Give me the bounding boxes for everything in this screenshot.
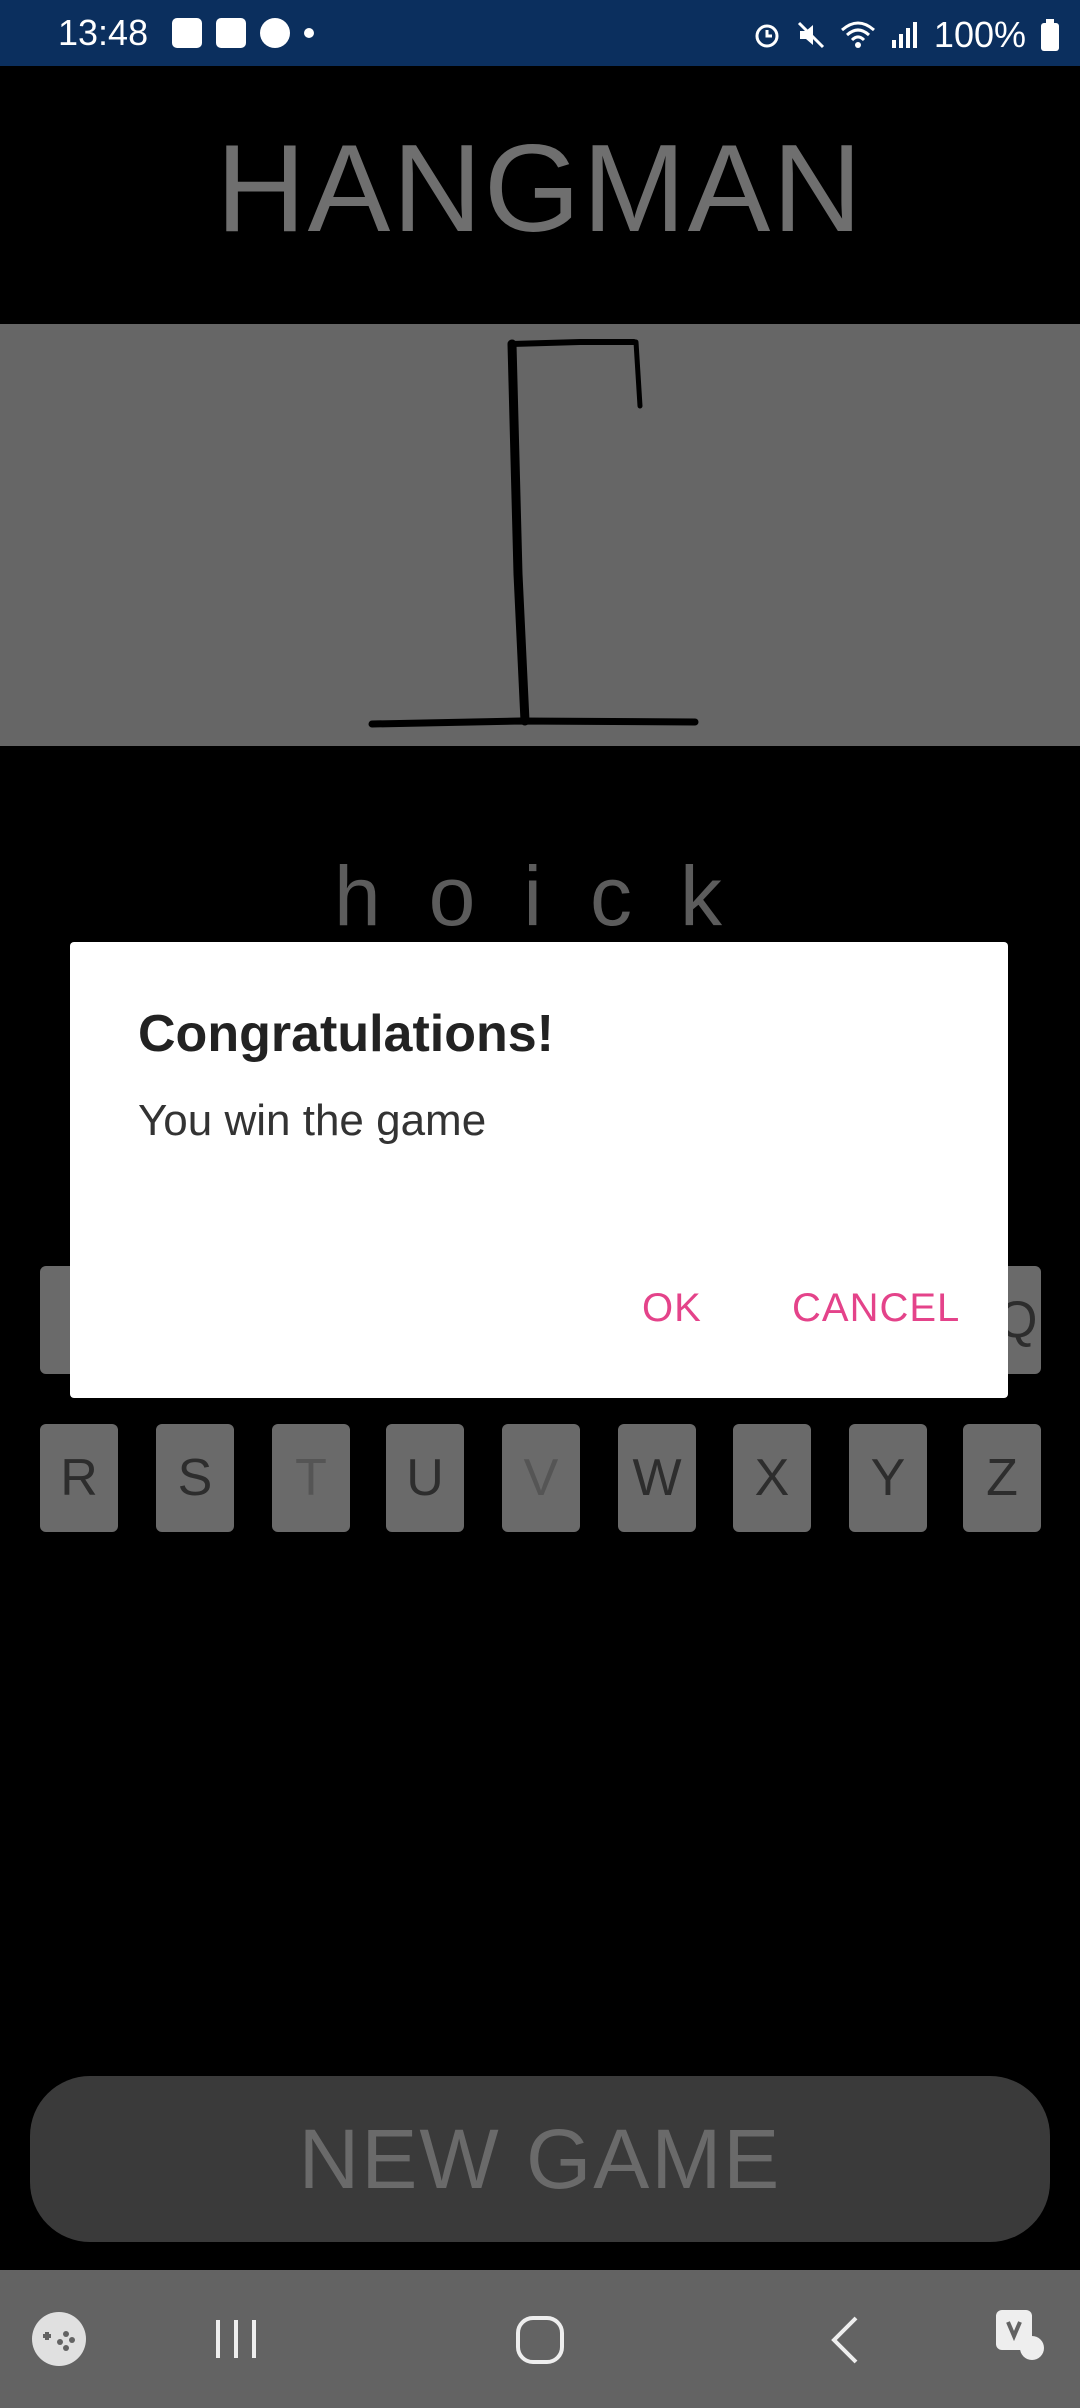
gallery-icon (172, 18, 202, 48)
key-u[interactable]: U (386, 1424, 464, 1532)
game-launcher-icon[interactable] (30, 2310, 88, 2368)
gallows-drawing (368, 339, 699, 728)
wifi-icon (840, 21, 875, 48)
key-z[interactable]: Z (963, 1424, 1041, 1532)
status-bar: 13:48 100% (0, 0, 1080, 66)
game-title: HANGMAN (216, 120, 864, 258)
battery-percentage: 100% (933, 14, 1026, 55)
dialog-title: Congratulations! (138, 1005, 554, 1063)
key-w[interactable]: W (618, 1424, 696, 1532)
guessed-word: hoick (333, 849, 771, 943)
clock: 13:48 (58, 12, 149, 53)
gallows-panel (0, 324, 1080, 746)
key-s[interactable]: S (156, 1424, 234, 1532)
cancel-button[interactable]: CANCEL (792, 1286, 960, 1331)
signal-icon (891, 22, 917, 48)
dialog-message: You win the game (138, 1096, 487, 1145)
system-icons: 100% (752, 14, 1060, 56)
key-v[interactable]: V (502, 1424, 580, 1532)
key-x[interactable]: X (733, 1424, 811, 1532)
win-dialog: Congratulations! You win the game OK CAN… (70, 942, 1008, 1398)
home-icon[interactable] (514, 2314, 566, 2366)
key-y[interactable]: Y (849, 1424, 927, 1532)
alarm-icon (755, 24, 779, 48)
notification-icons (172, 18, 314, 48)
mute-icon (797, 21, 824, 49)
new-game-button[interactable]: NEW GAME (30, 2076, 1050, 2242)
key-r[interactable]: R (40, 1424, 118, 1532)
ok-button[interactable]: OK (642, 1286, 702, 1331)
navigation-bar (0, 2270, 1080, 2408)
more-notifications-icon (304, 28, 314, 38)
health-icon (260, 18, 290, 48)
youtube-icon (216, 18, 246, 48)
key-t[interactable]: T (272, 1424, 350, 1532)
battery-icon (1041, 19, 1059, 51)
gaming-hub-icon[interactable] (990, 2306, 1048, 2364)
recent-apps-icon[interactable] (212, 2316, 260, 2362)
back-icon[interactable] (826, 2314, 862, 2366)
